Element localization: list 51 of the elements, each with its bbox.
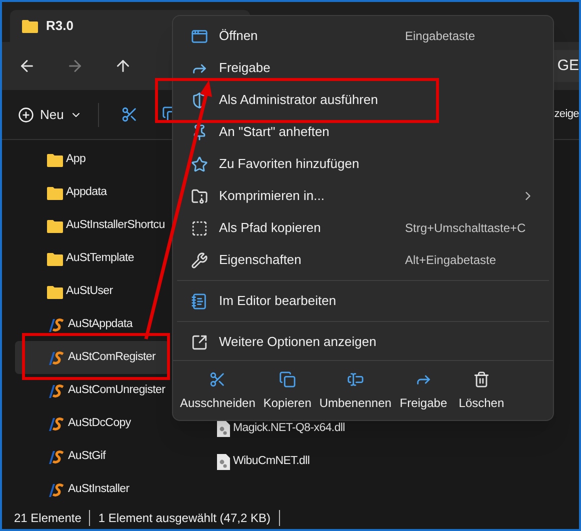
plus-circle-icon [18,106,34,122]
file-item[interactable]: AuStComRegister [15,341,170,374]
action-button[interactable]: Löschen [452,371,510,412]
shortcut-text: Strg+Umschalttaste+C [405,220,527,237]
app-logo-icon [47,416,65,430]
window-title: R3.0 [46,17,74,36]
path-icon [191,220,208,236]
folder-icon [47,218,63,232]
action-button[interactable]: Freigabe [394,371,452,412]
action-button[interactable]: Kopieren [258,371,316,412]
app-logo-icon [47,318,65,332]
menu-item[interactable]: An "Start" anheften [177,123,549,141]
scissors-icon[interactable] [120,106,138,123]
status-count: 21 Elemente [14,510,82,527]
file-item[interactable]: AuStInstaller [15,473,217,506]
app-logo-icon [47,350,65,364]
up-icon[interactable] [114,57,132,75]
trash-icon [472,371,490,388]
file-item[interactable]: WibuCmNET.dll [217,445,353,478]
forward-icon[interactable] [66,57,84,75]
copy-icon [278,371,296,388]
address-text: GE [557,56,579,76]
scissors-icon [209,371,226,388]
window-icon [191,28,208,44]
notepad-icon [191,292,208,310]
action-button[interactable]: Umbenennen [316,371,394,412]
pin-icon [191,124,208,140]
folder-icon [22,19,38,33]
folder-icon [47,152,63,166]
app-logo-icon [47,450,65,464]
star-icon [191,156,208,172]
file-item[interactable]: Magick.NET-Q8-x64.dll [217,412,353,445]
menu-item[interactable]: Freigabe [177,59,549,77]
shortcut-text: Eingabetaste [405,28,476,45]
rename-icon [346,371,364,388]
wrench-icon [191,252,208,268]
external-window-icon [191,334,208,350]
shortcut-text: Alt+Eingabetaste [405,252,498,269]
folder-zip-icon [191,188,208,204]
folder-icon [47,252,63,266]
file-gear-icon [217,420,230,436]
folder-icon [47,186,63,200]
folder-icon [47,284,63,298]
file-item[interactable]: AuStGif [15,440,217,473]
new-button[interactable]: Neu [18,104,82,124]
app-logo-icon [47,482,65,496]
app-logo-icon [47,384,65,398]
toolbar-label[interactable]: zeige [554,106,579,123]
file-gear-icon [217,454,230,470]
status-selection: 1 Element ausgewählt (47,2 KB) [98,510,270,527]
back-icon[interactable] [18,57,36,75]
